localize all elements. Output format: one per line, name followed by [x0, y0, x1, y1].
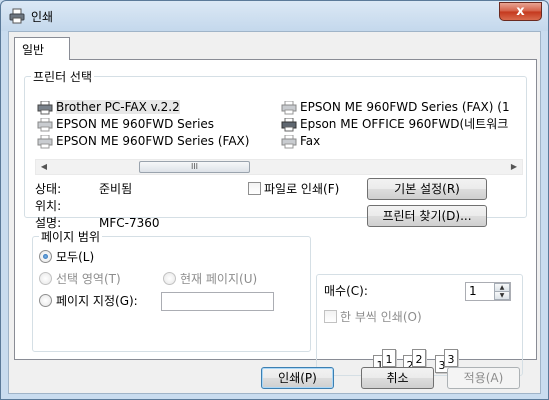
print-to-file-checkbox[interactable]: 파일로 인쇄(F)	[248, 181, 339, 198]
printer-item[interactable]: EPSON ME 960FWD Series (FAX)	[35, 133, 249, 150]
radio-pages-label: 페이지 지정(G):	[56, 294, 138, 308]
dialog-client: 일반 프린터 선택 Brother PC-FAX v.2.2 EPSON ME …	[8, 31, 541, 394]
printer-name: EPSON ME 960FWD Series (FAX)	[56, 134, 250, 148]
radio-button[interactable]	[39, 272, 52, 285]
copies-value[interactable]: 1	[469, 284, 477, 298]
scroll-left-icon[interactable]: ◀	[36, 160, 52, 174]
printer-icon	[37, 100, 53, 115]
radio-current-page-label: 현재 페이지(U)	[180, 272, 258, 286]
location-label: 위치:	[35, 199, 62, 213]
printer-item[interactable]: Epson ME OFFICE 960FWD(네트워크	[279, 116, 508, 133]
radio-selection[interactable]: 선택 영역(T)	[39, 271, 121, 288]
printer-item[interactable]: Brother PC-FAX v.2.2	[35, 99, 180, 116]
printer-icon	[281, 100, 297, 115]
printer-name: EPSON ME 960FWD Series (FAX) (1	[300, 100, 510, 114]
status-value: 준비됨	[99, 182, 133, 196]
window-title: 인쇄	[31, 10, 54, 24]
title-bar[interactable]: 인쇄 x	[1, 1, 548, 31]
printer-select-group: 프린터 선택 Brother PC-FAX v.2.2 EPSON ME 960…	[24, 68, 527, 230]
printer-icon	[9, 8, 25, 24]
preferences-button[interactable]: 기본 설정(R)	[367, 178, 487, 200]
printer-select-legend: 프린터 선택	[33, 70, 93, 84]
cancel-button[interactable]: 취소	[361, 367, 434, 389]
collate-page: 3	[444, 349, 458, 367]
fax-icon	[281, 134, 297, 149]
print-dialog: 인쇄 x 일반 프린터 선택 Brother PC-FAX v.2.2 EPSO…	[0, 0, 549, 400]
checkbox-box[interactable]	[248, 182, 261, 195]
checkbox-box[interactable]	[324, 310, 337, 323]
radio-all-label: 모두(L)	[56, 250, 95, 264]
location-row: 위치:	[35, 198, 61, 215]
status-label: 상태:	[35, 182, 62, 196]
network-printer-icon	[281, 117, 297, 132]
printer-item[interactable]: Fax	[279, 133, 320, 150]
printer-item[interactable]: EPSON ME 960FWD Series	[35, 116, 214, 133]
printer-icon	[37, 117, 53, 132]
collate-label: 한 부씩 인쇄(O)	[340, 310, 422, 324]
apply-button[interactable]: 적용(A)	[447, 367, 520, 389]
scroll-right-icon[interactable]: ▶	[506, 160, 522, 174]
radio-all[interactable]: 모두(L)	[39, 249, 94, 266]
radio-button[interactable]	[39, 250, 52, 263]
printer-list[interactable]: Brother PC-FAX v.2.2 EPSON ME 960FWD Ser…	[35, 99, 523, 163]
collate-checkbox[interactable]: 한 부씩 인쇄(O)	[324, 309, 422, 326]
radio-pages[interactable]: 페이지 지정(G):	[39, 293, 138, 310]
page-range-group: 페이지 범위 모두(L) 선택 영역(T) 현재 페이지(U) 페이지 지정(G…	[32, 228, 311, 352]
copies-stepper[interactable]: 1 ▲ ▼	[465, 282, 511, 301]
printer-icon	[37, 134, 53, 149]
radio-button[interactable]	[163, 272, 176, 285]
radio-button[interactable]	[39, 294, 52, 307]
spin-buttons[interactable]: ▲ ▼	[494, 283, 510, 300]
tab-page-general: 프린터 선택 Brother PC-FAX v.2.2 EPSON ME 960…	[14, 59, 537, 376]
radio-current-page[interactable]: 현재 페이지(U)	[163, 271, 257, 288]
printer-name: EPSON ME 960FWD Series	[56, 117, 215, 131]
printer-name: Brother PC-FAX v.2.2	[56, 100, 180, 114]
tab-general[interactable]: 일반	[14, 37, 70, 60]
scrollbar-thumb[interactable]: III	[139, 161, 250, 173]
radio-selection-label: 선택 영역(T)	[56, 272, 121, 286]
printer-name: Fax	[300, 134, 321, 148]
close-button[interactable]: x	[499, 2, 542, 21]
copies-label: 매수(C):	[324, 284, 368, 298]
page-range-legend: 페이지 범위	[41, 230, 101, 244]
collate-page: 1	[382, 349, 396, 367]
status-row: 상태: 준비됨	[35, 181, 132, 198]
copies-group: 매수(C): 1 ▲ ▼ 한 부씩 인쇄(O) 1 1 2 2 3 3	[316, 274, 523, 376]
print-button[interactable]: 인쇄(P)	[261, 367, 334, 389]
collate-page: 2	[412, 349, 426, 367]
pages-input[interactable]	[161, 292, 274, 311]
printer-list-hscrollbar[interactable]: ◀ III ▶	[35, 159, 523, 175]
printer-name: Epson ME OFFICE 960FWD(네트워크	[300, 117, 509, 131]
print-to-file-label: 파일로 인쇄(F)	[264, 182, 340, 196]
spin-down-icon[interactable]: ▼	[494, 291, 510, 300]
printer-item[interactable]: EPSON ME 960FWD Series (FAX) (1	[279, 99, 510, 116]
find-printer-button[interactable]: 프린터 찾기(D)...	[367, 205, 487, 227]
